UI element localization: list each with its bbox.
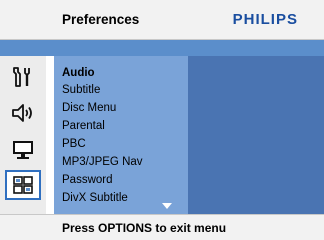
brand-logo: PHILIPS [232,11,298,28]
options-panel [188,56,324,214]
scroll-down-icon[interactable] [162,203,172,209]
footer-hint: Press OPTIONS to exit menu [62,221,227,235]
header-stripe [0,40,324,56]
osd-screen: Preferences PHILIPS Audio Subtitle Disc … [0,0,324,240]
menu-item-divx-subtitle[interactable]: DivX Subtitle [62,192,128,204]
tv-monitor-icon[interactable] [5,134,41,164]
settings-wrench-icon[interactable] [5,62,41,92]
menu-item-subtitle[interactable]: Subtitle [62,84,100,96]
preferences-grid-icon[interactable] [5,170,41,200]
menu-item-disc-menu[interactable]: Disc Menu [62,102,116,114]
category-iconbar [0,56,46,214]
menu-item-password[interactable]: Password [62,174,113,186]
footer-bar: Press OPTIONS to exit menu [0,214,324,240]
menu-item-parental[interactable]: Parental [62,120,105,132]
menu-item-pbc[interactable]: PBC [62,138,86,150]
header-bar: Preferences PHILIPS [0,0,324,40]
menu-item-audio[interactable]: Audio [62,67,95,79]
menu-list: Audio Subtitle Disc Menu Parental PBC MP… [54,56,188,214]
page-title: Preferences [62,12,140,27]
menu-item-mp3-jpeg-nav[interactable]: MP3/JPEG Nav [62,156,143,168]
speaker-icon[interactable] [5,98,41,128]
